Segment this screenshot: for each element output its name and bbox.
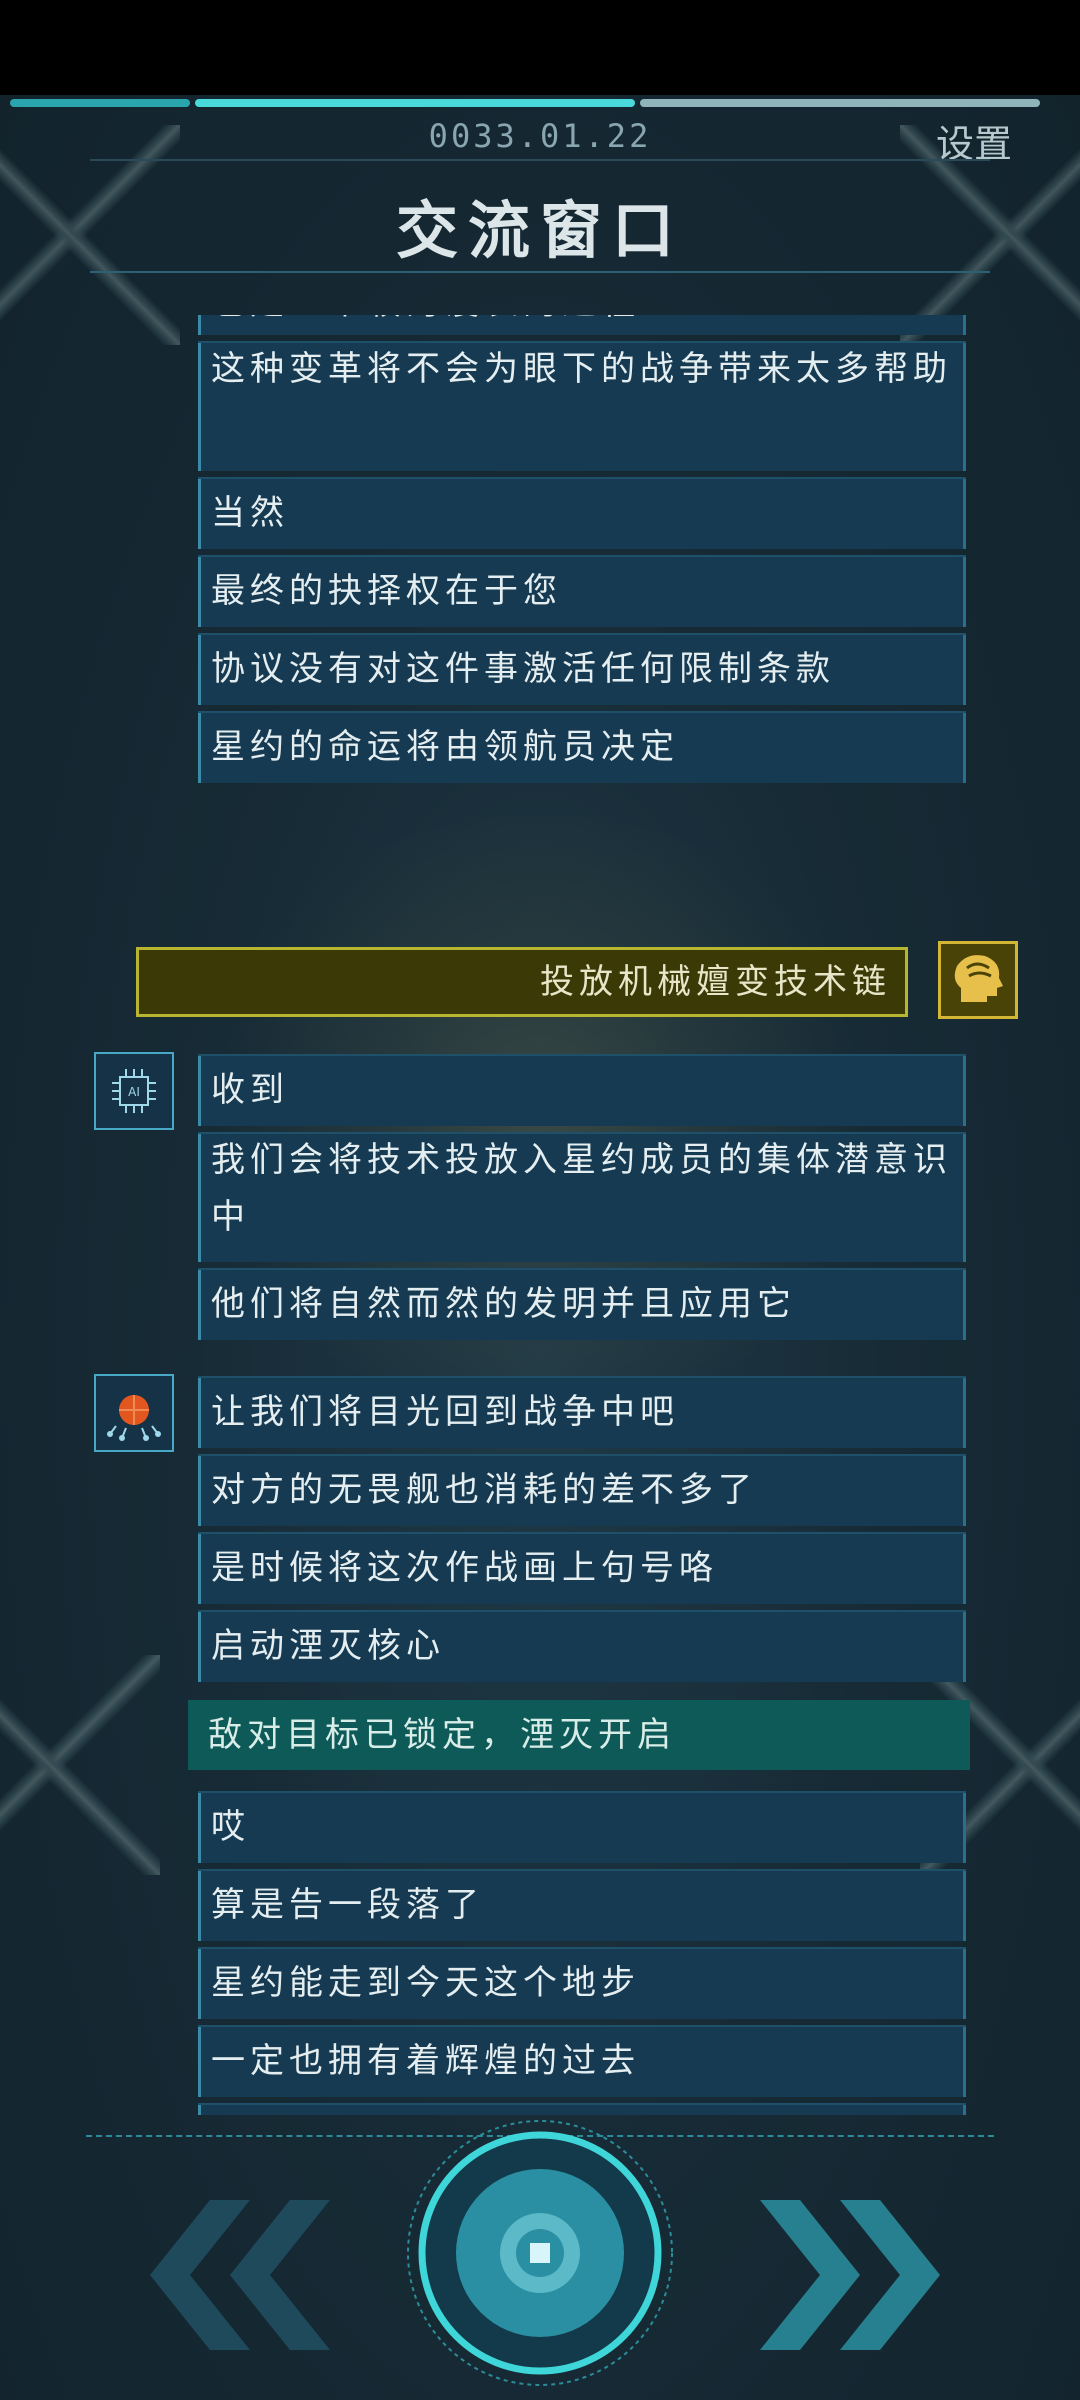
control-bar [0,2115,1080,2400]
center-action-button[interactable] [402,2115,678,2391]
player-head-icon [938,941,1018,1019]
chat-message: 让我们将目光回到战争中吧 [198,1376,966,1448]
date-display: 0033.01.22 [428,117,652,155]
chat-message: 星约的命运将由领航员决定 [198,711,966,783]
player-choice-message: 投放机械嬗变技术链 [136,947,908,1017]
chat-message: 是时候将这次作战画上句号咯 [198,1532,966,1604]
header-divider [90,159,990,161]
chat-message: 当然 [198,477,966,549]
double-chevron-right-icon [760,2200,940,2350]
status-bar [0,0,1080,95]
chat-message [198,2103,966,2115]
double-chevron-left-icon [150,2200,330,2350]
center-action-icon [407,2120,673,2386]
next-button[interactable] [750,2195,980,2355]
ai-chip-icon: AI [94,1052,174,1130]
header-divider [90,271,990,273]
chat-message: 也是一个较为漫长的过程 [198,315,966,335]
chat-message: 对方的无畏舰也消耗的差不多了 [198,1454,966,1526]
page-title: 交流窗口 [395,194,684,267]
chat-message: 这种变革将不会为眼下的战争带来太多帮助 [198,341,966,471]
chat-window: 0033.01.22 设置 交流窗口 也是一个较为漫长的过程 这种变革将不会为眼… [0,95,1080,2400]
chat-log[interactable]: 也是一个较为漫长的过程 这种变革将不会为眼下的战争带来太多帮助 当然 最终的抉择… [0,315,1080,2115]
chat-message: 协议没有对这件事激活任何限制条款 [198,633,966,705]
chat-message: 我们会将技术投放入星约成员的集体潜意识中 [198,1132,966,1262]
header: 0033.01.22 设置 交流窗口 [0,95,1080,275]
chat-message: 启动湮灭核心 [198,1610,966,1682]
chat-message: 哎 [198,1791,966,1863]
system-message: 敌对目标已锁定，湮灭开启 [188,1700,970,1770]
ai-brain-icon [94,1374,174,1452]
previous-button[interactable] [100,2195,330,2355]
chat-message: 算是告一段落了 [198,1869,966,1941]
svg-text:AI: AI [128,1085,140,1099]
chat-message: 他们将自然而然的发明并且应用它 [198,1268,966,1340]
chat-message: 星约能走到今天这个地步 [198,1947,966,2019]
chat-message: 收到 [198,1054,966,1126]
chat-message: 一定也拥有着辉煌的过去 [198,2025,966,2097]
chat-message: 最终的抉择权在于您 [198,555,966,627]
